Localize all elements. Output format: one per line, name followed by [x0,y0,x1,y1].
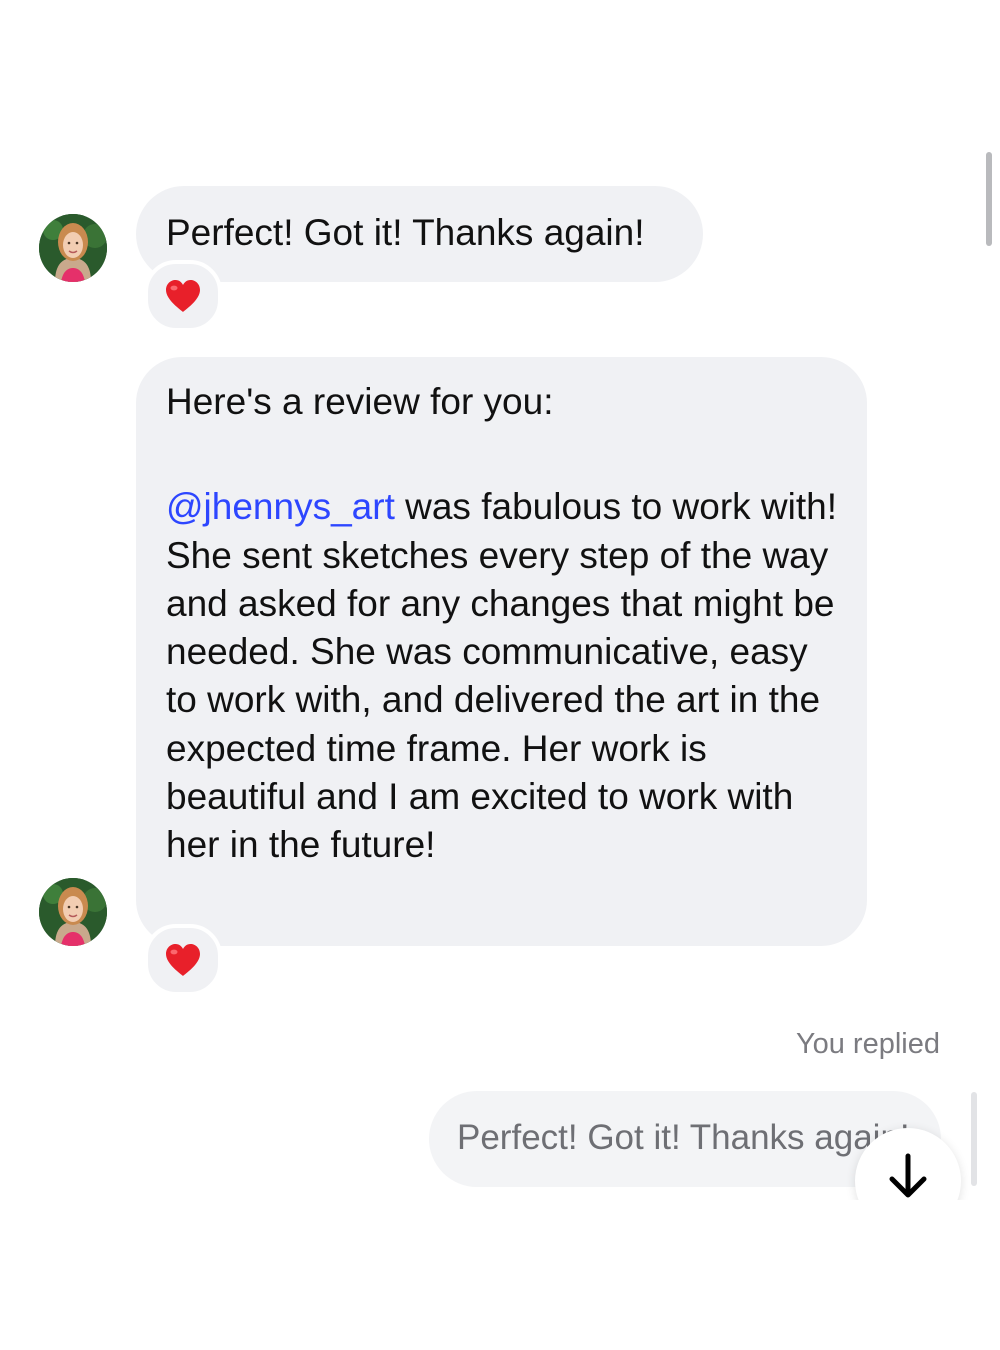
red-heart-icon [166,280,200,312]
reaction-badge[interactable] [144,924,222,996]
reaction-badge[interactable] [144,260,222,332]
message-bubble[interactable]: Here's a review for you: @jhennys_art wa… [136,357,867,946]
scrollbar[interactable] [986,152,992,246]
avatar-photo [39,214,107,282]
message-intro: Here's a review for you: [166,381,554,422]
arrow-down-icon [889,1153,927,1198]
quoted-reply-text: Perfect! Got it! Thanks again! [457,1118,910,1157]
message-text: was fabulous to work with! She sent sket… [166,486,837,866]
message-bubble[interactable]: Perfect! Got it! Thanks again! [136,186,703,282]
user-mention-link[interactable]: @jhennys_art [166,486,395,527]
sender-avatar[interactable] [39,214,107,282]
avatar-photo [39,878,107,946]
you-replied-label: You replied [795,1028,940,1060]
message-body: @jhennys_art was fabulous to work with! … [166,483,839,869]
sender-avatar[interactable] [39,878,107,946]
reply-indicator-bar [971,1092,977,1186]
red-heart-icon [166,944,200,976]
message-text: Perfect! Got it! Thanks again! [166,212,645,253]
message-thread[interactable]: Perfect! Got it! Thanks again! Here's a … [0,0,1000,1200]
